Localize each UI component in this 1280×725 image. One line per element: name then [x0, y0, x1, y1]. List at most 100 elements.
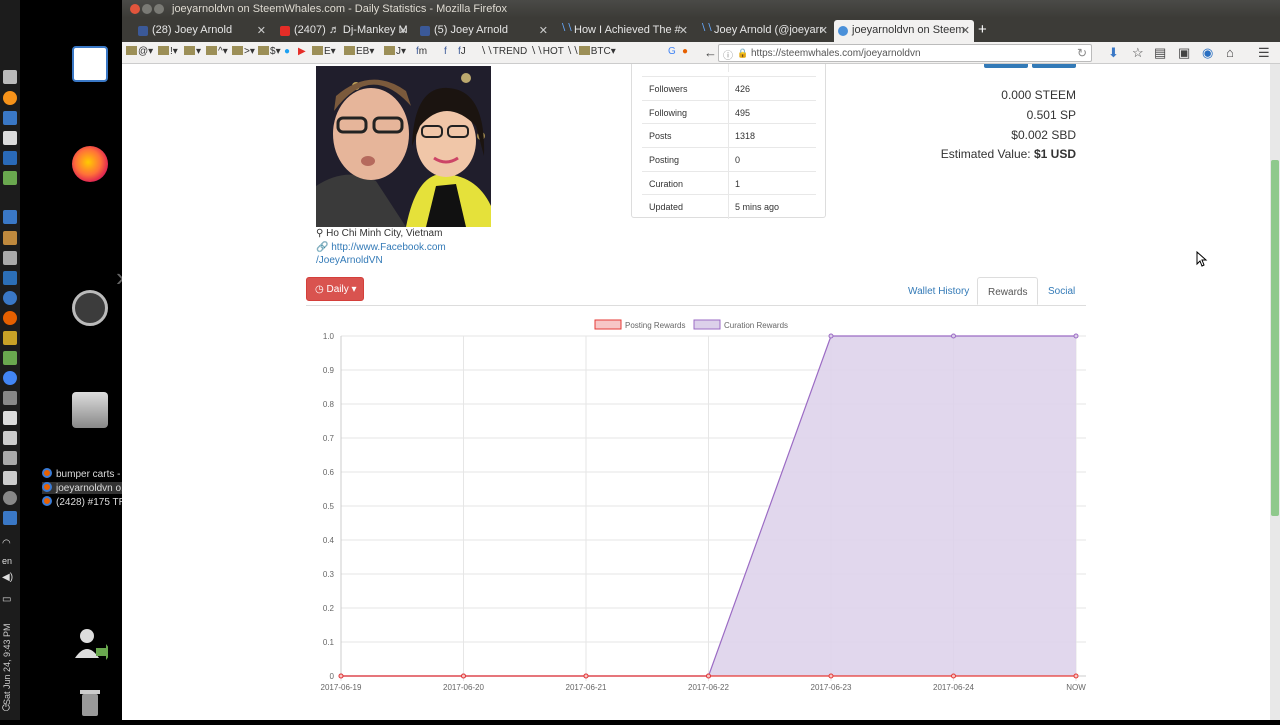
firefox-small-icon[interactable] — [3, 311, 17, 325]
bookmark-folder[interactable]: >▾ — [232, 46, 255, 57]
extension-icon[interactable]: ◉ — [1202, 45, 1213, 61]
power-icon[interactable]: ⏻ — [2, 703, 10, 714]
bookmark-folder[interactable]: ^▾ — [206, 46, 228, 57]
y-tick-label: 0.7 — [323, 434, 335, 443]
info-icon[interactable]: ⓘ — [723, 47, 733, 62]
bookmark-trend[interactable]: ∖∖TREND — [480, 46, 527, 57]
notes-icon[interactable] — [3, 131, 17, 145]
browser-tab-active[interactable]: joeyarnoldvn on Steem ✕ — [834, 20, 974, 42]
folder-icon[interactable] — [3, 331, 17, 345]
scrollbar-thumb[interactable] — [1271, 160, 1279, 516]
library-icon[interactable]: ▤ — [1154, 45, 1166, 61]
bookmark-folder[interactable]: @▾ — [126, 46, 153, 57]
tab-social[interactable]: Social — [1038, 277, 1085, 305]
battery-icon[interactable]: ▭ — [2, 594, 11, 605]
youtube-ext-icon[interactable]: ▣ — [1178, 45, 1190, 61]
bookmark-folder[interactable]: !▾ — [158, 46, 178, 57]
location: ⚲ Ho Chi Minh City, Vietnam — [316, 228, 443, 239]
twitter-icon[interactable]: ● — [284, 46, 290, 57]
bookmark-folder[interactable]: ▾ — [184, 46, 201, 57]
download-icon[interactable]: ⬇ — [1108, 45, 1119, 61]
action-button[interactable] — [1032, 64, 1076, 68]
volume-icon[interactable]: ◀) — [2, 572, 13, 583]
url-bar[interactable]: ⓘ 🔒 https://steemwhales.com/joeyarnoldvn… — [718, 44, 1092, 62]
brave-icon[interactable]: ● — [682, 46, 688, 57]
close-tab-icon[interactable]: ✕ — [257, 24, 266, 37]
app-icon[interactable] — [3, 431, 17, 445]
close-tab-icon[interactable]: ✕ — [679, 24, 688, 37]
image-icon[interactable] — [3, 351, 17, 365]
browser-tab[interactable]: (2407) ♬ Dj-Mankey M ✕ — [276, 20, 412, 42]
close-tab-icon[interactable]: ✕ — [539, 24, 548, 37]
minimize-window-button[interactable] — [142, 4, 152, 14]
user-switch-icon[interactable] — [72, 626, 112, 662]
ubuntu-small-icon[interactable] — [3, 491, 17, 505]
archive-icon[interactable] — [3, 231, 17, 245]
bookmark-hot[interactable]: ∖∖HOT — [530, 46, 564, 57]
browser-tab[interactable]: ∖∖ Joey Arnold (@joeyarr ✕ — [696, 20, 832, 42]
facebook-link-path[interactable]: /JoeyArnoldVN — [316, 255, 383, 266]
bitcoin-icon[interactable] — [3, 91, 17, 105]
clock[interactable]: Sat Jun 24, 9:43 PM — [2, 623, 12, 705]
bookmark-folder[interactable]: J▾ — [384, 46, 406, 57]
new-tab-button[interactable]: + — [978, 21, 987, 38]
steem-balance: 0.000 STEEM — [1001, 88, 1076, 102]
keyboard-language[interactable]: en — [2, 556, 12, 566]
close-tab-icon[interactable]: ✕ — [399, 24, 408, 37]
x-tick-label: NOW — [1066, 683, 1086, 692]
youtube-icon[interactable]: ▶ — [298, 46, 306, 57]
facebook-bookmark[interactable]: fm — [416, 46, 427, 57]
tab-wallet-history[interactable]: Wallet History — [898, 277, 979, 305]
y-tick-label: 0.2 — [323, 604, 335, 613]
tab-rewards[interactable]: Rewards — [977, 277, 1039, 305]
maximize-window-button[interactable] — [154, 4, 164, 14]
browser-tab[interactable]: (28) Joey Arnold ✕ — [134, 20, 270, 42]
file-cabinet-icon[interactable] — [72, 392, 108, 428]
action-button[interactable] — [984, 64, 1028, 68]
facebook-bookmark[interactable]: fJ — [458, 46, 466, 57]
close-tab-icon[interactable]: ✕ — [819, 24, 828, 37]
drive-icon[interactable] — [3, 451, 17, 465]
up-arrow-icon[interactable] — [3, 70, 17, 84]
browser-tab[interactable]: ∖∖ How I Achieved The # ✕ — [556, 20, 692, 42]
terminal-icon[interactable] — [3, 411, 17, 425]
trash-icon[interactable] — [72, 684, 108, 720]
bookmark-star-icon[interactable]: ☆ — [1132, 45, 1144, 61]
menu-icon[interactable]: ☰ — [1258, 45, 1270, 61]
google-bookmark[interactable]: G — [668, 46, 676, 57]
close-tab-icon[interactable]: ✕ — [961, 24, 970, 37]
bookmark-folder[interactable]: E▾ — [312, 46, 336, 57]
bookmark-folder[interactable]: ∖∖ BTC▾ — [566, 46, 616, 57]
profile-link[interactable]: 🔗 http://www.Facebook.com — [316, 242, 446, 253]
document-app-icon[interactable] — [72, 46, 108, 82]
y-tick-label: 0.5 — [323, 502, 335, 511]
firefox-icon[interactable] — [72, 146, 108, 182]
user-icon[interactable] — [3, 391, 17, 405]
chrome-icon[interactable] — [3, 371, 17, 385]
reload-icon[interactable]: ↻ — [1077, 46, 1087, 60]
bookmark-folder[interactable]: $▾ — [258, 46, 281, 57]
ubuntu-icon[interactable] — [72, 290, 108, 326]
period-dropdown-button[interactable]: ◷ Daily ▾ — [306, 277, 364, 301]
home-icon[interactable]: ⌂ — [1226, 45, 1234, 60]
url-text[interactable]: https://steemwhales.com/joeyarnoldvn — [751, 48, 921, 59]
printer-icon[interactable] — [3, 471, 17, 485]
media-icon[interactable] — [3, 291, 17, 305]
browser-tab[interactable]: (5) Joey Arnold ✕ — [416, 20, 552, 42]
disk-icon[interactable] — [3, 251, 17, 265]
facebook-icon[interactable]: f — [444, 46, 447, 57]
profile-link-cont[interactable]: /JoeyArnoldVN — [316, 255, 383, 266]
facebook-link[interactable]: http://www.Facebook.com — [331, 242, 446, 253]
close-window-button[interactable] — [130, 4, 140, 14]
page-content: ⚲ Ho Chi Minh City, Vietnam 🔗 http://www… — [122, 64, 1270, 720]
wifi-icon[interactable]: ◠ — [2, 538, 11, 549]
bookmark-folder[interactable]: EB▾ — [344, 46, 374, 57]
vertical-scrollbar[interactable] — [1270, 64, 1280, 720]
calendar-icon[interactable] — [3, 151, 17, 165]
window-icon[interactable] — [3, 511, 17, 525]
spreadsheet-icon[interactable] — [3, 171, 17, 185]
monitor-icon[interactable] — [3, 271, 17, 285]
back-icon[interactable]: ← — [704, 45, 717, 60]
apps-icon[interactable] — [3, 210, 17, 224]
settings-icon[interactable] — [3, 111, 17, 125]
